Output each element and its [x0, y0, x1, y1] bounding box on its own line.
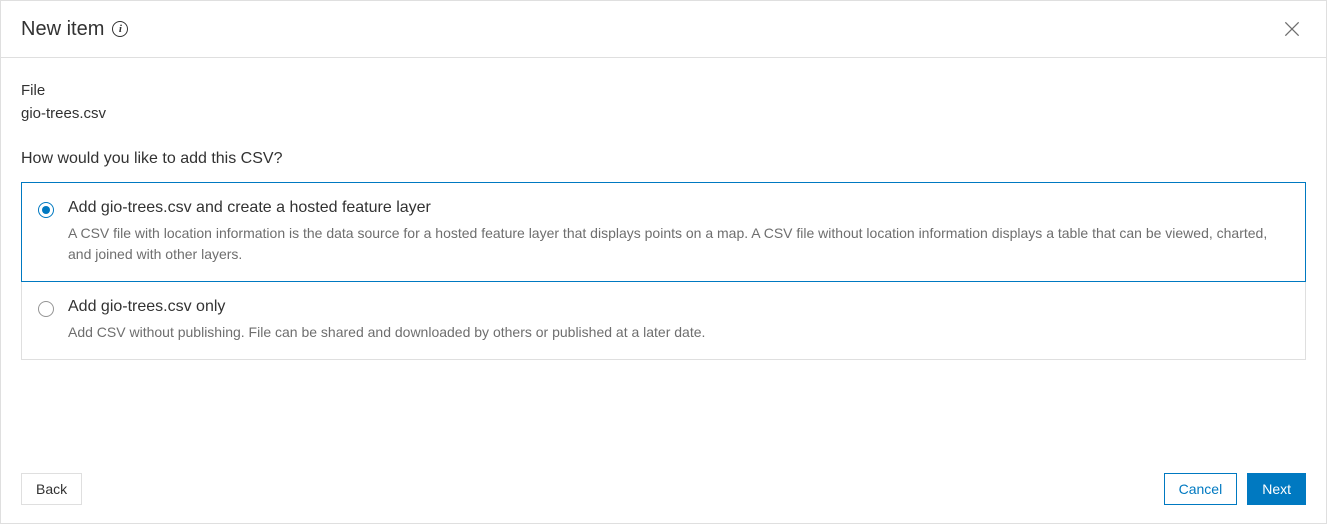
options-group: Add gio-trees.csv and create a hosted fe… [21, 182, 1306, 360]
close-icon [1282, 19, 1302, 39]
back-button[interactable]: Back [21, 473, 82, 505]
option-add-only[interactable]: Add gio-trees.csv only Add CSV without p… [21, 281, 1306, 360]
modal-footer: Back Cancel Next [1, 459, 1326, 523]
option-title: Add gio-trees.csv and create a hosted fe… [68, 199, 1287, 217]
info-icon[interactable]: i [112, 21, 128, 37]
option-description: A CSV file with location information is … [68, 223, 1287, 265]
option-create-hosted-layer[interactable]: Add gio-trees.csv and create a hosted fe… [21, 182, 1306, 282]
modal-header: New item i [1, 1, 1326, 58]
modal-body: File gio-trees.csv How would you like to… [1, 58, 1326, 459]
file-name: gio-trees.csv [21, 105, 1306, 122]
modal-title: New item [21, 18, 104, 41]
option-title: Add gio-trees.csv only [68, 298, 1287, 316]
option-description: Add CSV without publishing. File can be … [68, 322, 1287, 343]
title-wrap: New item i [21, 18, 128, 41]
radio-icon [38, 301, 54, 317]
radio-icon [38, 202, 54, 218]
footer-right: Cancel Next [1164, 473, 1306, 505]
cancel-button[interactable]: Cancel [1164, 473, 1238, 505]
next-button[interactable]: Next [1247, 473, 1306, 505]
option-text: Add gio-trees.csv only Add CSV without p… [68, 298, 1287, 343]
new-item-modal: New item i File gio-trees.csv How would … [0, 0, 1327, 524]
add-question: How would you like to add this CSV? [21, 150, 1306, 168]
option-text: Add gio-trees.csv and create a hosted fe… [68, 199, 1287, 265]
file-label: File [21, 82, 1306, 99]
close-button[interactable] [1278, 15, 1306, 43]
